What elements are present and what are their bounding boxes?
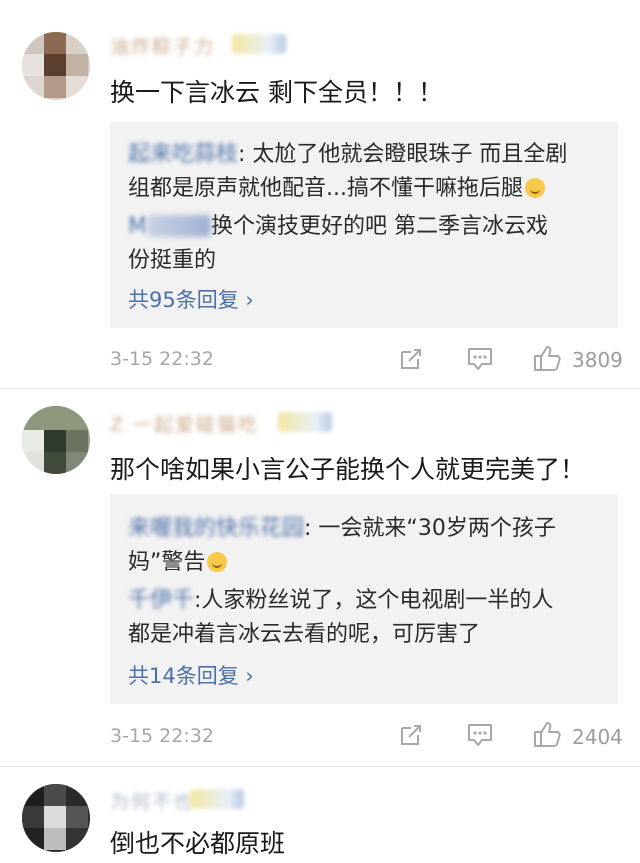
avatar[interactable]	[22, 784, 90, 852]
comment-3: 为何不也 倒也不必都原班	[0, 0, 640, 863]
user-badge	[190, 789, 244, 809]
comment-text: 倒也不必都原班	[110, 829, 286, 858]
username[interactable]: 为何不也	[110, 787, 194, 814]
